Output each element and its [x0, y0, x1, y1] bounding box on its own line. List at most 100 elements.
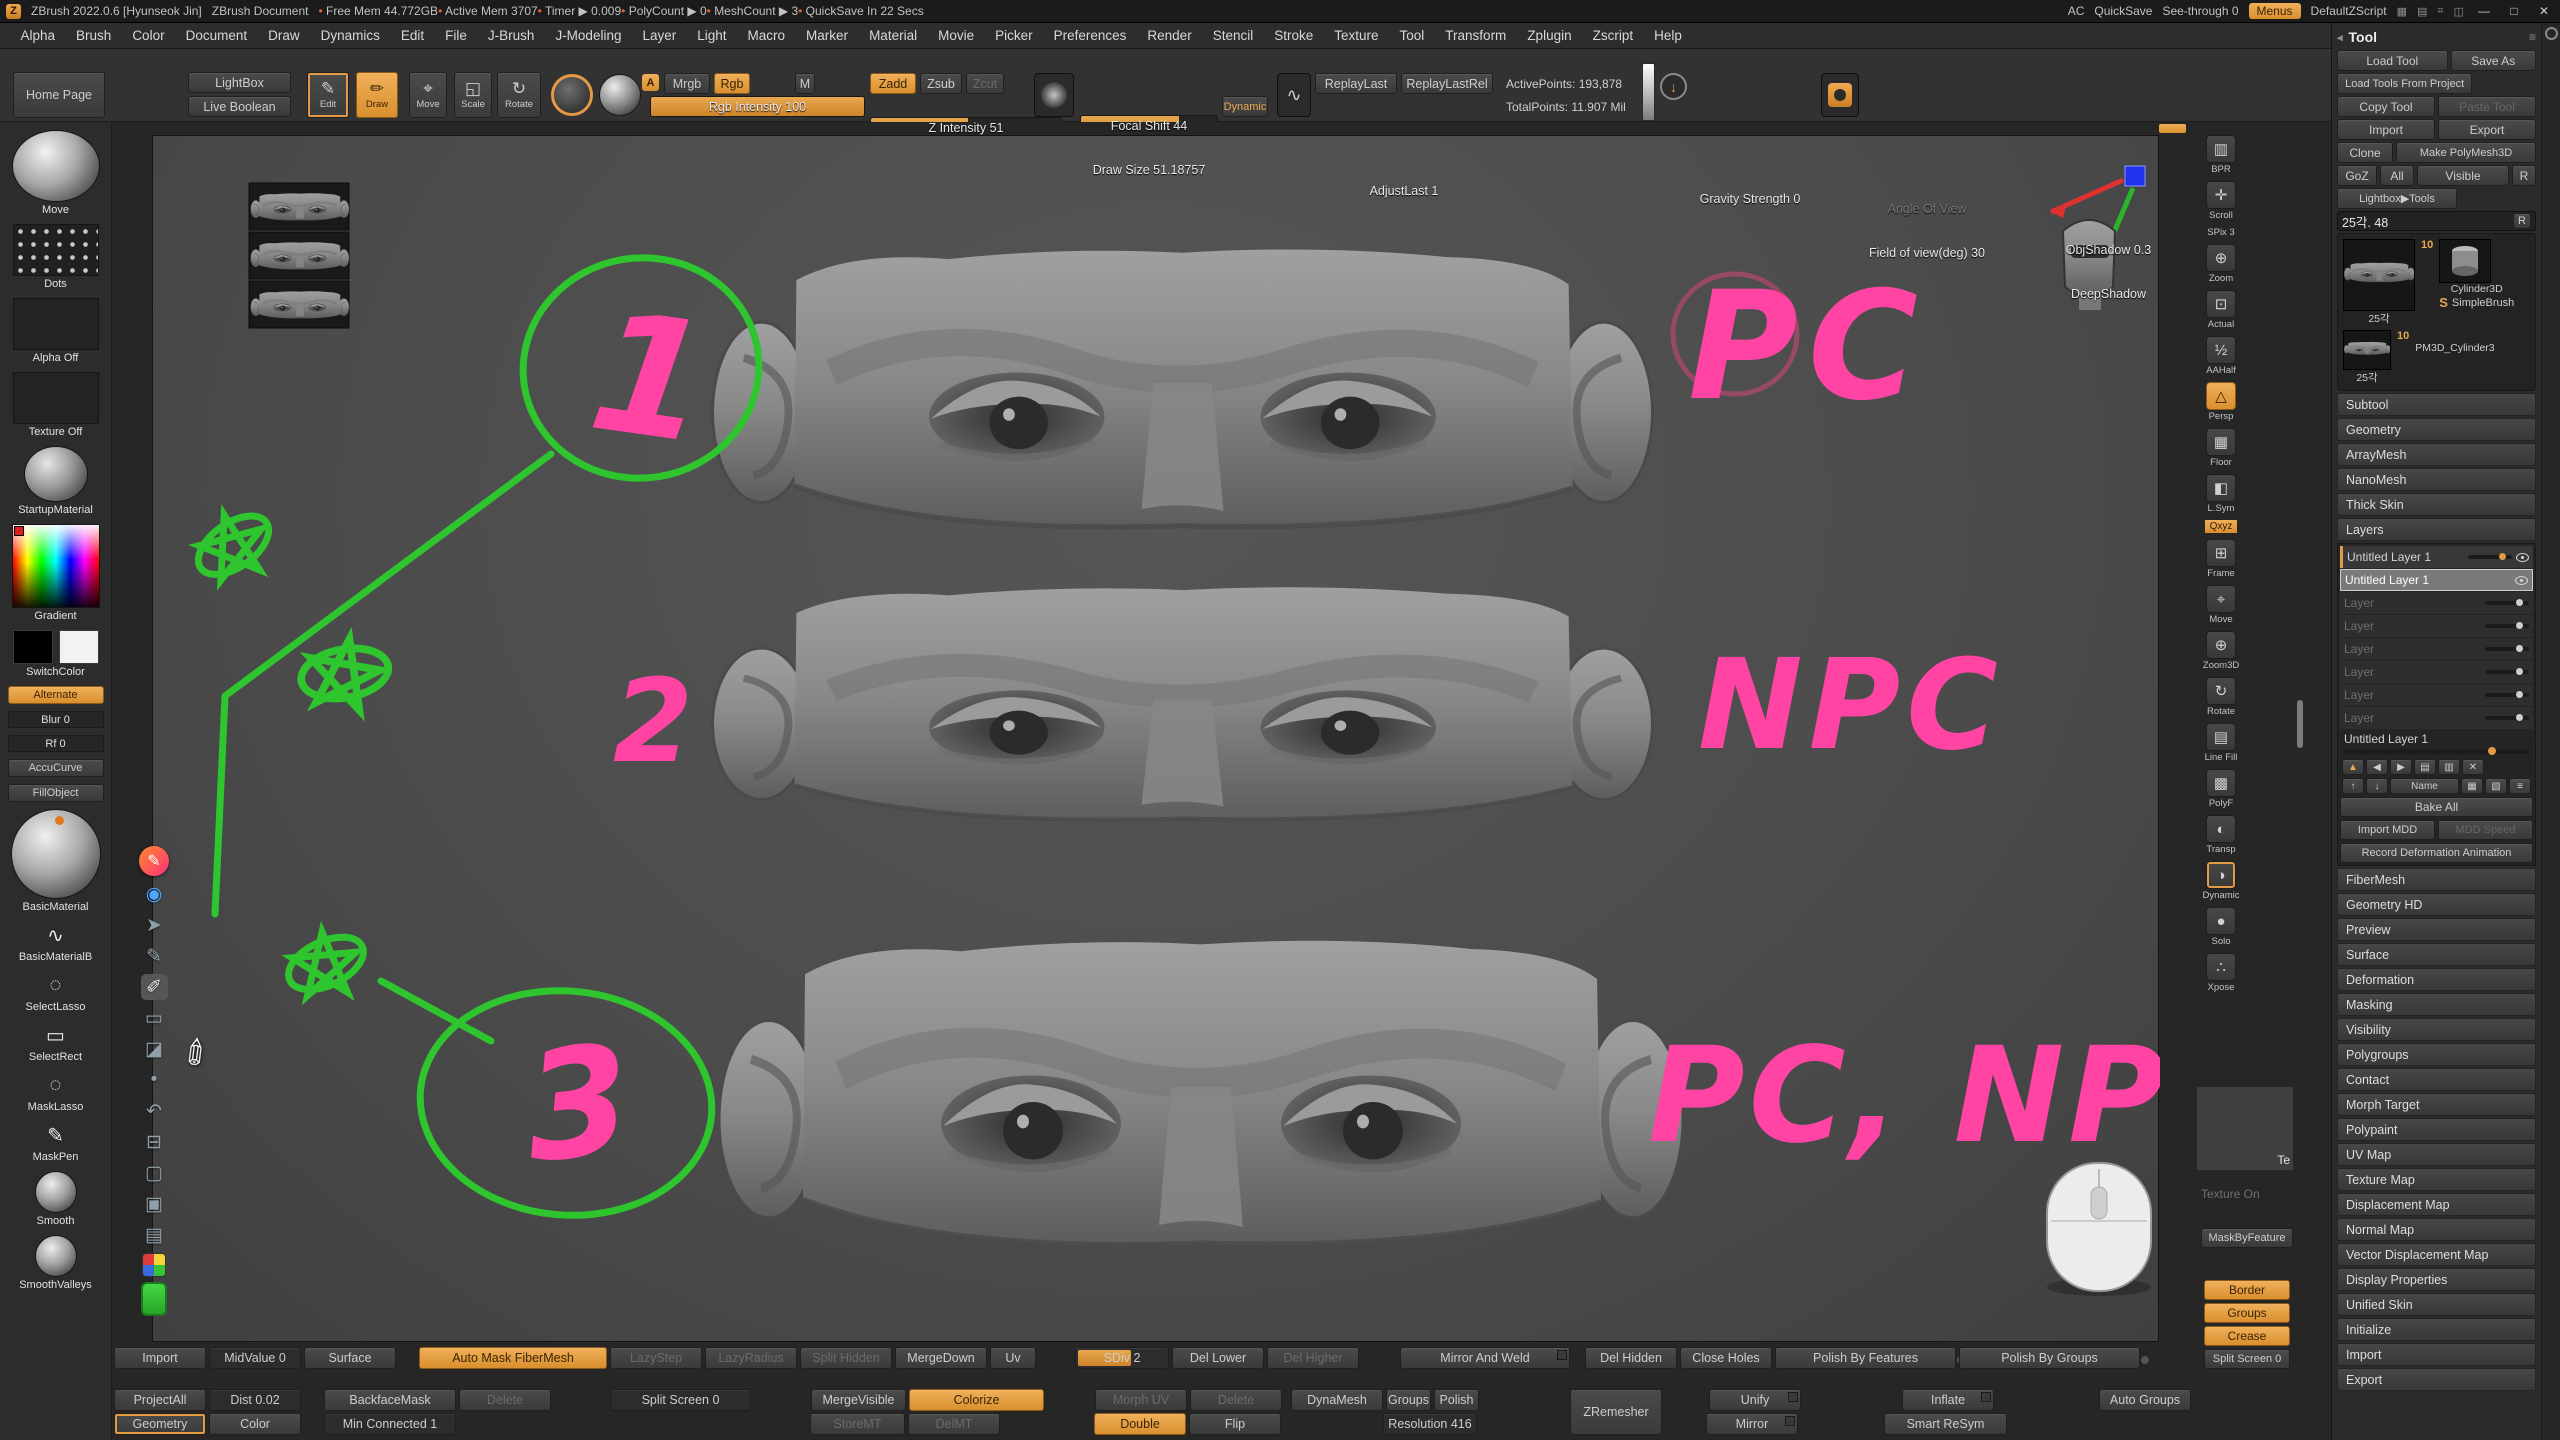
annotation-app-logo-icon[interactable]: ✎ — [139, 846, 169, 876]
accucurve-button[interactable]: AccuCurve — [8, 759, 104, 777]
clone-button[interactable]: Clone — [2337, 142, 2393, 163]
layer-row[interactable]: Layer — [2340, 592, 2533, 614]
mdd-speed-slider[interactable]: MDD Speed — [2438, 820, 2533, 840]
right-shelf-button[interactable]: ◑ Dynamic — [2203, 861, 2240, 901]
mrgb-button[interactable]: Mrgb — [664, 73, 710, 94]
live-boolean-button[interactable]: Live Boolean — [188, 96, 291, 117]
layer-row[interactable]: Layer — [2340, 615, 2533, 637]
groups-button[interactable]: Groups — [2204, 1303, 2290, 1323]
current-material-slot[interactable]: StartupMaterial — [18, 446, 93, 517]
menu-item[interactable]: Layer — [632, 28, 687, 43]
active-color-swatch[interactable] — [141, 1282, 167, 1316]
dock-button[interactable]: Mirror And Weld — [1400, 1347, 1570, 1369]
tool-section-header[interactable]: Polygroups — [2337, 1043, 2536, 1066]
left-shelf-item[interactable]: SelectRect — [29, 1021, 82, 1064]
dock-button[interactable]: SDiv 2 — [1075, 1347, 1169, 1369]
dock-button[interactable]: MidValue 0 — [209, 1347, 301, 1369]
layer-intensity-slider[interactable] — [2485, 716, 2529, 720]
quicksave-button[interactable]: QuickSave — [2094, 4, 2152, 18]
dock-button[interactable]: Smart ReSym — [1884, 1413, 2007, 1435]
dock-button[interactable]: Double — [1094, 1413, 1186, 1435]
rf-slider[interactable]: Rf 0 — [8, 735, 104, 752]
right-shelf-button[interactable]: ⊕ Zoom3D — [2203, 631, 2239, 671]
layer-intensity-slider[interactable] — [2485, 693, 2529, 697]
menu-item[interactable]: Material — [859, 28, 928, 43]
layer-flatten-button[interactable] — [2485, 778, 2507, 794]
border-button[interactable]: Border — [2204, 1280, 2290, 1300]
tool-section-header[interactable]: Preview — [2337, 918, 2536, 941]
menu-item[interactable]: Movie — [928, 28, 985, 43]
rotate-button[interactable]: ↻Rotate — [497, 72, 541, 118]
layer-eye-icon[interactable] — [2516, 553, 2529, 562]
gravity-strength-slider[interactable]: Gravity Strength 0 — [1694, 188, 1806, 209]
layer-options-button[interactable] — [2509, 778, 2531, 794]
import-mdd-button[interactable]: Import MDD — [2340, 820, 2435, 840]
dock-button[interactable]: Polish — [1434, 1389, 1479, 1411]
dock-button[interactable]: Dist 0.02 — [209, 1389, 301, 1411]
switch-color-slot[interactable]: SwitchColor — [13, 630, 99, 679]
layer-eye-icon[interactable] — [2515, 576, 2528, 585]
see-through-slider[interactable]: See-through 0 — [2162, 4, 2238, 18]
left-shelf-item[interactable]: SmoothValleys — [19, 1235, 92, 1292]
tool-section-header[interactable]: Unified Skin — [2337, 1293, 2536, 1316]
dock-button[interactable]: Del Higher — [1267, 1347, 1359, 1369]
dock-button[interactable]: LazyRadius — [705, 1347, 797, 1369]
dock-button[interactable]: Unify — [1709, 1389, 1801, 1411]
dock-button[interactable]: Groups — [1386, 1389, 1431, 1411]
menu-item[interactable]: Render — [1137, 28, 1202, 43]
annotation-tool-button[interactable]: ▤ — [141, 1222, 168, 1248]
current-color-swatch[interactable] — [551, 74, 593, 116]
menu-item[interactable]: Stencil — [1202, 28, 1264, 43]
layer-intensity-slider[interactable] — [2485, 624, 2529, 628]
right-shelf-button[interactable]: ∴ Xpose — [2206, 953, 2236, 993]
ui-config-icon[interactable]: ◫ — [2454, 5, 2464, 18]
palette-dock-icon[interactable]: ▤ — [2417, 5, 2427, 18]
right-shelf-button[interactable]: ◐ Transp — [2206, 815, 2236, 855]
field-of-view-slider[interactable]: Field of view(deg) 30 — [1864, 242, 1990, 263]
current-texture-slot[interactable]: Texture Off — [13, 372, 99, 439]
goz-visible-button[interactable]: Visible — [2417, 165, 2509, 186]
panel-collapse-icon[interactable]: ◂ — [2337, 31, 2343, 44]
layer-duplicate-button[interactable] — [2414, 759, 2436, 775]
layer-intensity-slider[interactable] — [2485, 647, 2529, 651]
default-zscript-button[interactable]: DefaultZScript — [2311, 4, 2387, 18]
left-shelf-item[interactable]: MaskPen — [33, 1121, 79, 1164]
import-button[interactable]: Import — [2337, 119, 2435, 140]
dock-button[interactable]: DynaMesh — [1291, 1389, 1383, 1411]
layer-move-down-button[interactable] — [2390, 759, 2412, 775]
menu-item[interactable]: Edit — [390, 28, 434, 43]
dock-button[interactable]: Del Hidden — [1585, 1347, 1677, 1369]
panel-scroll-strip[interactable] — [2541, 23, 2560, 1440]
dock-button[interactable]: Delete — [459, 1389, 551, 1411]
dock-button[interactable]: Polish By Features — [1775, 1347, 1956, 1369]
panel-menu-icon[interactable]: ≡ — [2529, 30, 2536, 44]
current-tool-thumbnail[interactable] — [2343, 239, 2415, 311]
grid-icon[interactable]: ⌗ — [2437, 5, 2443, 18]
menu-item[interactable]: File — [435, 28, 478, 43]
menu-item[interactable]: Zplugin — [1517, 28, 1582, 43]
load-tools-from-project-button[interactable]: Load Tools From Project — [2337, 73, 2472, 94]
menu-item[interactable]: Light — [687, 28, 737, 43]
right-shelf-button[interactable]: ▦ Floor — [2206, 428, 2236, 468]
right-shelf-button[interactable]: ▤ Line Fill — [2205, 723, 2238, 763]
dock-button[interactable]: Resolution 416 — [1383, 1413, 1477, 1435]
annotation-tool-button[interactable]: ➤ — [141, 912, 168, 938]
layer-row[interactable]: Layer — [2340, 638, 2533, 660]
paste-tool-button[interactable]: Paste Tool — [2438, 96, 2536, 117]
layer-intensity-slider[interactable] — [2468, 555, 2512, 559]
right-shelf-button[interactable]: ⊕ Zoom — [2206, 244, 2236, 284]
tool-section-header[interactable]: Export — [2337, 1368, 2536, 1391]
menu-item[interactable]: Alpha — [10, 28, 66, 43]
tool-section-header[interactable]: NanoMesh — [2337, 468, 2536, 491]
layer-invert-button[interactable] — [2366, 778, 2388, 794]
left-shelf-item[interactable]: SelectLasso — [26, 971, 86, 1014]
right-shelf-button[interactable]: ▩ PolyF — [2206, 769, 2236, 809]
tool-section-header[interactable]: Contact — [2337, 1068, 2536, 1091]
layer-split-button[interactable] — [2461, 778, 2483, 794]
lightbox-button[interactable]: LightBox — [188, 72, 291, 93]
color-picker[interactable] — [12, 524, 100, 608]
minimize-button[interactable]: — — [2474, 4, 2494, 18]
ac-button[interactable]: AC — [2068, 4, 2085, 18]
menu-item[interactable]: Brush — [66, 28, 122, 43]
deep-shadow-slider[interactable]: DeepShadow — [2061, 283, 2156, 304]
